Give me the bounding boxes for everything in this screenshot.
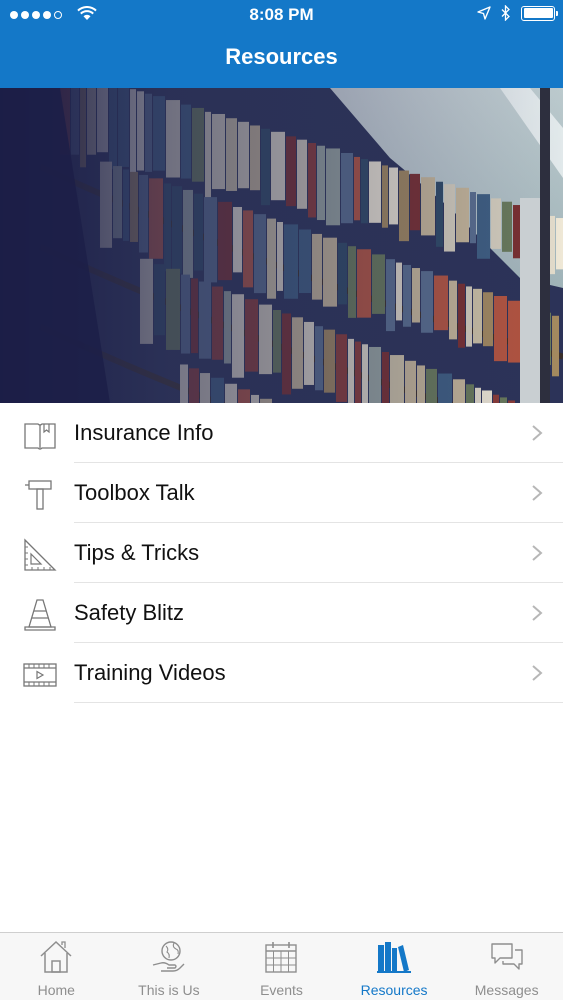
page-title: Resources	[225, 44, 338, 69]
tab-bar: Home This is Us Events Resources Message…	[0, 932, 563, 1000]
menu-item-label: Tips & Tricks	[74, 540, 200, 565]
tab-label: Resources	[360, 982, 428, 998]
calendar-icon	[265, 942, 298, 973]
hammer-icon	[25, 480, 52, 510]
header: 8:08 PM Resources	[0, 0, 563, 88]
traffic-cone-icon	[24, 599, 56, 631]
tab-label: This is Us	[138, 982, 200, 998]
chevron-right-icon	[532, 425, 543, 441]
chat-icon	[490, 943, 523, 970]
chevron-right-icon	[532, 545, 543, 561]
bluetooth-icon	[501, 5, 510, 21]
menu-item-label: Safety Blitz	[74, 600, 185, 625]
menu-item-tips-tricks[interactable]: Tips & Tricks	[0, 523, 563, 583]
book-icon	[24, 423, 56, 450]
menu-item-label: Training Videos	[74, 660, 226, 685]
divider	[74, 702, 563, 703]
tab-resources[interactable]: Resources	[338, 933, 451, 1000]
tab-label: Home	[37, 982, 75, 998]
tab-this-is-us[interactable]: This is Us	[113, 933, 226, 1000]
battery-icon	[521, 5, 558, 21]
location-arrow-icon	[477, 6, 491, 20]
books-icon	[377, 942, 412, 973]
tab-label: Events	[260, 982, 303, 998]
home-icon	[40, 940, 72, 973]
menu-item-label: Insurance Info	[74, 420, 214, 445]
menu-item-label: Toolbox Talk	[74, 480, 195, 505]
chevron-right-icon	[532, 605, 543, 621]
menu-item-insurance-info[interactable]: Insurance Info	[0, 403, 563, 463]
hero-image-library	[0, 88, 563, 403]
status-bar: 8:08 PM	[0, 0, 563, 30]
resources-menu: Insurance Info Toolbox Talk Tips & Trick…	[0, 403, 563, 703]
chevron-right-icon	[532, 665, 543, 681]
chevron-right-icon	[532, 485, 543, 501]
set-square-icon	[24, 538, 57, 571]
tab-events[interactable]: Events	[225, 933, 338, 1000]
bookshelf-illustration	[0, 88, 563, 403]
globe-hand-icon	[152, 941, 185, 972]
menu-item-safety-blitz[interactable]: Safety Blitz	[0, 583, 563, 643]
menu-item-toolbox-talk[interactable]: Toolbox Talk	[0, 463, 563, 523]
tab-messages[interactable]: Messages	[450, 933, 563, 1000]
menu-item-training-videos[interactable]: Training Videos	[0, 643, 563, 703]
tab-home[interactable]: Home	[0, 933, 113, 1000]
video-icon	[23, 663, 57, 687]
tab-label: Messages	[474, 982, 539, 998]
